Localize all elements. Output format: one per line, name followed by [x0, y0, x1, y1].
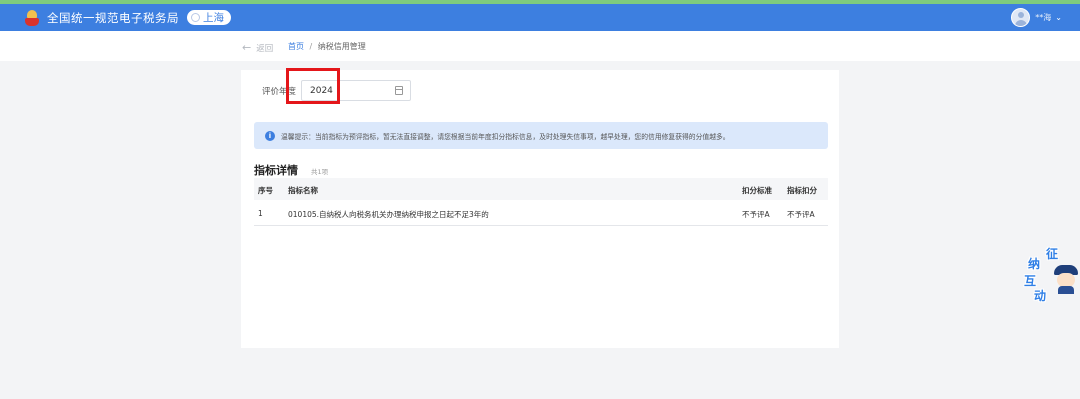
column-header-standard: 扣分标准: [742, 186, 772, 195]
tax-emblem-icon: [23, 9, 41, 27]
row-score: 不予评A: [787, 210, 815, 219]
mascot-figure: [1054, 265, 1080, 294]
location-icon: [191, 13, 200, 22]
username: **海: [1035, 13, 1052, 22]
app-title: 全国统一规范电子税务局: [47, 10, 179, 25]
mascot-char: 征: [1046, 247, 1059, 261]
back-arrow-icon: ←: [242, 41, 252, 54]
breadcrumb: 首页 / 纳税信用管理: [288, 41, 366, 52]
avatar[interactable]: [1011, 8, 1031, 27]
calendar-icon[interactable]: [395, 86, 403, 95]
section-count: 共1项: [311, 168, 329, 176]
breadcrumb-home-link[interactable]: 首页: [288, 42, 304, 51]
back-label: 返回: [256, 43, 274, 54]
section-title: 指标详情: [254, 164, 298, 177]
info-icon: i: [265, 130, 275, 141]
table-row: 1 010105.自纳税人向税务机关办理纳税申报之日起不足3年的 不予评A 不予…: [254, 202, 828, 226]
notice-banner: i 温馨提示：当前指标为预评指标，暂无法直接调整，请您根据当前年度扣分指标信息，…: [254, 122, 828, 149]
assistant-mascot[interactable]: 征 纳 互 动: [1022, 245, 1080, 307]
mascot-char: 动: [1034, 289, 1047, 303]
breadcrumb-current: 纳税信用管理: [317, 42, 366, 51]
row-indicator-name: 010105.自纳税人向税务机关办理纳税申报之日起不足3年的: [288, 210, 489, 219]
table-header: 序号 指标名称 扣分标准 指标扣分: [254, 178, 828, 200]
user-menu[interactable]: **海 ⌄: [1011, 8, 1062, 27]
breadcrumb-separator: /: [309, 42, 313, 51]
column-header-index: 序号: [258, 186, 273, 195]
notice-text: 温馨提示：当前指标为预评指标，暂无法直接调整，请您根据当前年度扣分指标信息，及时…: [281, 132, 730, 141]
region-label: 上海: [203, 12, 224, 24]
mascot-char: 纳: [1028, 257, 1041, 271]
region-switcher[interactable]: 上海: [187, 10, 231, 25]
app-header: 全国统一规范电子税务局 上海 **海 ⌄: [0, 4, 1080, 31]
breadcrumb-bar: ← 返回 首页 / 纳税信用管理: [0, 31, 1080, 61]
row-index: 1: [258, 209, 263, 218]
annotation-highlight-box: [286, 68, 340, 104]
column-header-score: 指标扣分: [787, 186, 817, 195]
column-header-name: 指标名称: [288, 186, 318, 195]
back-button[interactable]: ← 返回: [242, 41, 273, 54]
row-standard: 不予评A: [742, 210, 770, 219]
chevron-down-icon[interactable]: ⌄: [1055, 13, 1062, 22]
